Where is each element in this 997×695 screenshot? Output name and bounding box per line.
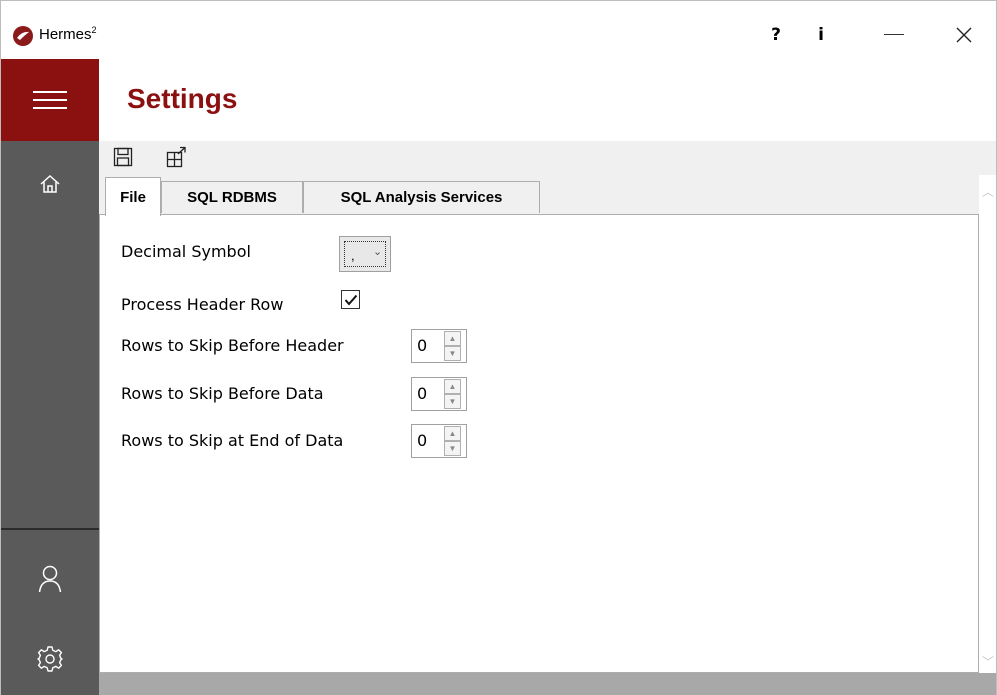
checkmark-icon: [344, 294, 357, 306]
app-window: Hermes2 ? i Settings File SQL RDBMS SQL …: [0, 0, 997, 695]
decimal-symbol-dropdown[interactable]: , ⌄: [339, 236, 391, 272]
export-icon: [166, 146, 186, 168]
rows-skip-end-of-data-label: Rows to Skip at End of Data: [121, 431, 344, 450]
save-button[interactable]: [112, 145, 134, 169]
user-nav-button[interactable]: [1, 554, 99, 604]
toolbar: [99, 141, 996, 175]
tab-sql-analysis-services[interactable]: SQL Analysis Services: [303, 181, 540, 213]
stepper-down-button[interactable]: ▼: [444, 346, 461, 361]
help-button[interactable]: ?: [761, 17, 791, 53]
close-icon: [956, 27, 972, 43]
stepper-down-button[interactable]: ▼: [444, 394, 461, 409]
vertical-scrollbar[interactable]: ︿ ﹀: [979, 175, 996, 673]
stepper-value: 0: [417, 384, 428, 403]
hamburger-menu-icon: [33, 91, 67, 109]
page-title: Settings: [127, 83, 238, 114]
stepper-up-button[interactable]: ▲: [444, 379, 461, 394]
settings-nav-button[interactable]: [1, 634, 99, 684]
tab-sql-rdbms[interactable]: SQL RDBMS: [161, 181, 303, 213]
home-nav-button[interactable]: [1, 159, 99, 209]
process-header-row-checkbox[interactable]: [341, 290, 360, 309]
export-button[interactable]: [165, 145, 189, 169]
tab-strip: File SQL RDBMS SQL Analysis Services: [99, 175, 979, 216]
save-icon: [113, 147, 133, 167]
decimal-symbol-value: ,: [351, 248, 355, 263]
rows-skip-end-of-data-stepper[interactable]: 0 ▲ ▼: [411, 424, 467, 458]
hamburger-menu-button[interactable]: [1, 59, 99, 141]
hermes-logo-icon: [13, 26, 33, 46]
dropdown-focus-frame: , ⌄: [344, 241, 386, 267]
title-bar: Hermes2 ? i: [1, 1, 996, 59]
minimize-button[interactable]: [871, 17, 917, 53]
info-button[interactable]: i: [806, 17, 836, 53]
stepper-up-button[interactable]: ▲: [444, 331, 461, 346]
scroll-up-icon[interactable]: ︿: [982, 183, 994, 200]
window-title: Hermes2: [39, 25, 97, 43]
stepper-value: 0: [417, 336, 428, 355]
sidebar-divider: [1, 528, 99, 530]
chevron-down-icon: ⌄: [373, 246, 383, 258]
settings-gear-icon: [37, 646, 63, 672]
rows-skip-before-header-label: Rows to Skip Before Header: [121, 336, 344, 355]
stepper-up-button[interactable]: ▲: [444, 426, 461, 441]
minimize-icon: [884, 34, 904, 35]
rows-skip-before-header-stepper[interactable]: 0 ▲ ▼: [411, 329, 467, 363]
close-button[interactable]: [941, 17, 987, 53]
user-icon: [38, 565, 62, 593]
sidebar: [1, 59, 99, 695]
process-header-row-label: Process Header Row: [121, 295, 284, 314]
rows-skip-before-data-stepper[interactable]: 0 ▲ ▼: [411, 377, 467, 411]
tab-file[interactable]: File: [105, 177, 161, 216]
scroll-down-icon[interactable]: ﹀: [982, 653, 994, 670]
stepper-value: 0: [417, 431, 428, 450]
decimal-symbol-label: Decimal Symbol: [121, 242, 251, 261]
status-bar: [99, 673, 996, 695]
stepper-down-button[interactable]: ▼: [444, 441, 461, 456]
home-icon: [40, 174, 60, 193]
rows-skip-before-data-label: Rows to Skip Before Data: [121, 384, 324, 403]
